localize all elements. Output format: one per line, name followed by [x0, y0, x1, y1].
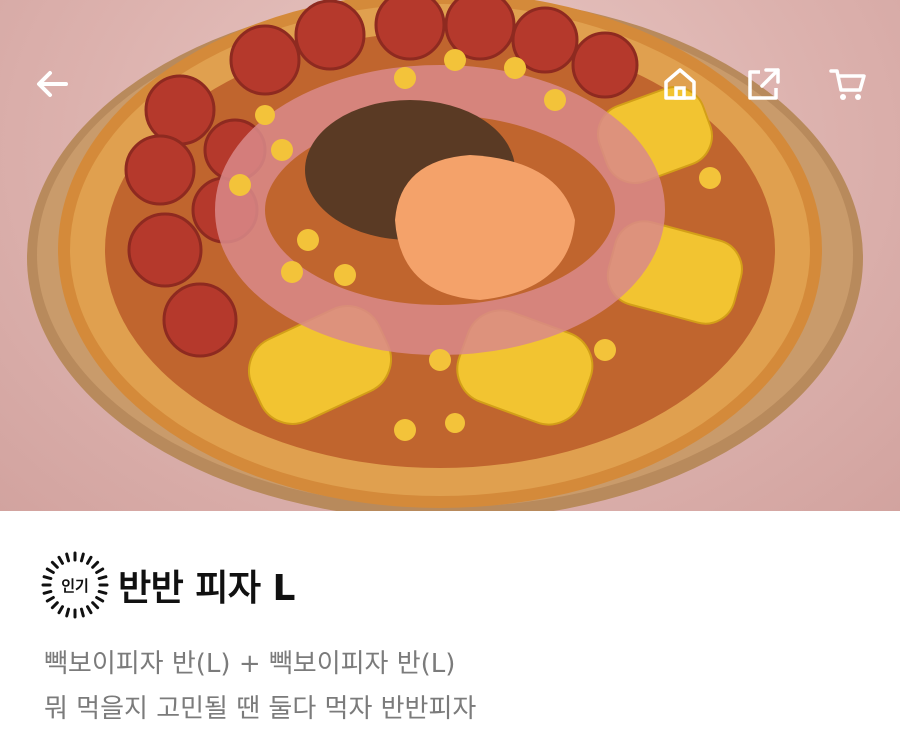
cart-button[interactable] [826, 62, 870, 106]
share-icon [748, 68, 780, 100]
popular-badge: 인기 [40, 550, 110, 620]
home-icon [664, 68, 696, 100]
badge-label: 인기 [61, 576, 89, 595]
product-title: 반반 피자 L [118, 568, 296, 609]
product-title-row: 인기 반반 피자 L [40, 550, 296, 620]
product-description-line1: 빽보이피자 반(L) + 빽보이피자 반(L) [44, 649, 456, 679]
hero-image [0, 0, 900, 511]
back-button[interactable] [30, 62, 74, 106]
cart-icon [829, 69, 866, 100]
share-button[interactable] [742, 62, 786, 106]
product-description-line2: 뭐 먹을지 고민될 땐 둘다 먹자 반반피자 [44, 694, 477, 724]
arrow-left-icon [37, 71, 68, 97]
home-button[interactable] [658, 62, 702, 106]
